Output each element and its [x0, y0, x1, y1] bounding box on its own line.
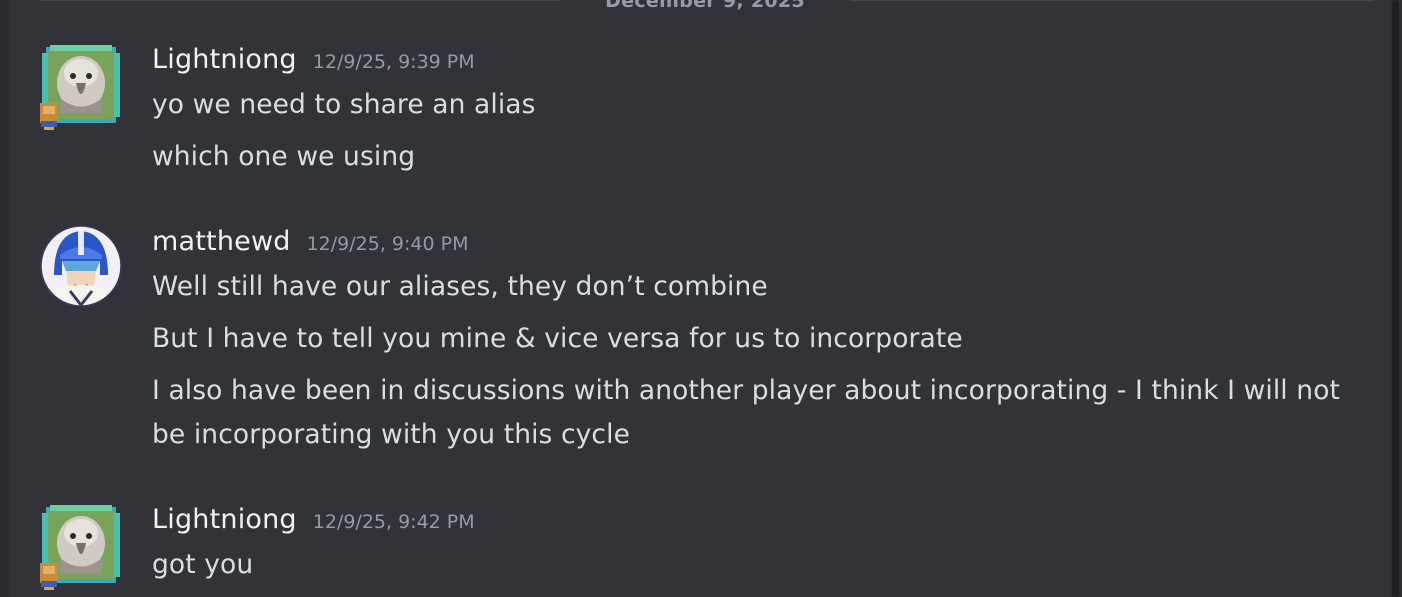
message-text: Well still have our aliases, they don’t …	[152, 271, 768, 302]
avatar-lightniong-icon	[40, 45, 120, 130]
scrollbar-thumb[interactable]	[1392, 0, 1399, 597]
message-text: But I have to tell you mine & vice versa…	[152, 323, 963, 354]
avatar-matthewd-icon	[40, 225, 122, 307]
scrollbar-track[interactable]	[1390, 0, 1402, 597]
avatar[interactable]	[40, 43, 120, 130]
timestamp[interactable]: 12/9/25, 9:40 PM	[307, 233, 469, 255]
avatar[interactable]	[40, 503, 120, 590]
username[interactable]: Lightniong	[152, 44, 297, 75]
message-text: which one we using	[152, 141, 416, 172]
timestamp[interactable]: 12/9/25, 9:39 PM	[313, 51, 475, 73]
username[interactable]: Lightniong	[152, 504, 297, 535]
date-divider-label: December 9, 2025	[560, 0, 850, 12]
timestamp[interactable]: 12/9/25, 9:42 PM	[313, 511, 475, 533]
chat-view: December 9, 2025 Lightniong 12/9/25, 9:3…	[0, 0, 1402, 597]
message-text: got you	[152, 549, 254, 580]
message-text: yo we need to share an alias	[152, 89, 536, 120]
avatar[interactable]	[40, 225, 122, 307]
left-edge	[0, 0, 9, 597]
message-text: I also have been in discussions with ano…	[152, 375, 1340, 406]
message-text: be incorporating with you this cycle	[152, 419, 630, 450]
avatar-lightniong-icon	[40, 505, 120, 590]
username[interactable]: matthewd	[152, 226, 291, 257]
